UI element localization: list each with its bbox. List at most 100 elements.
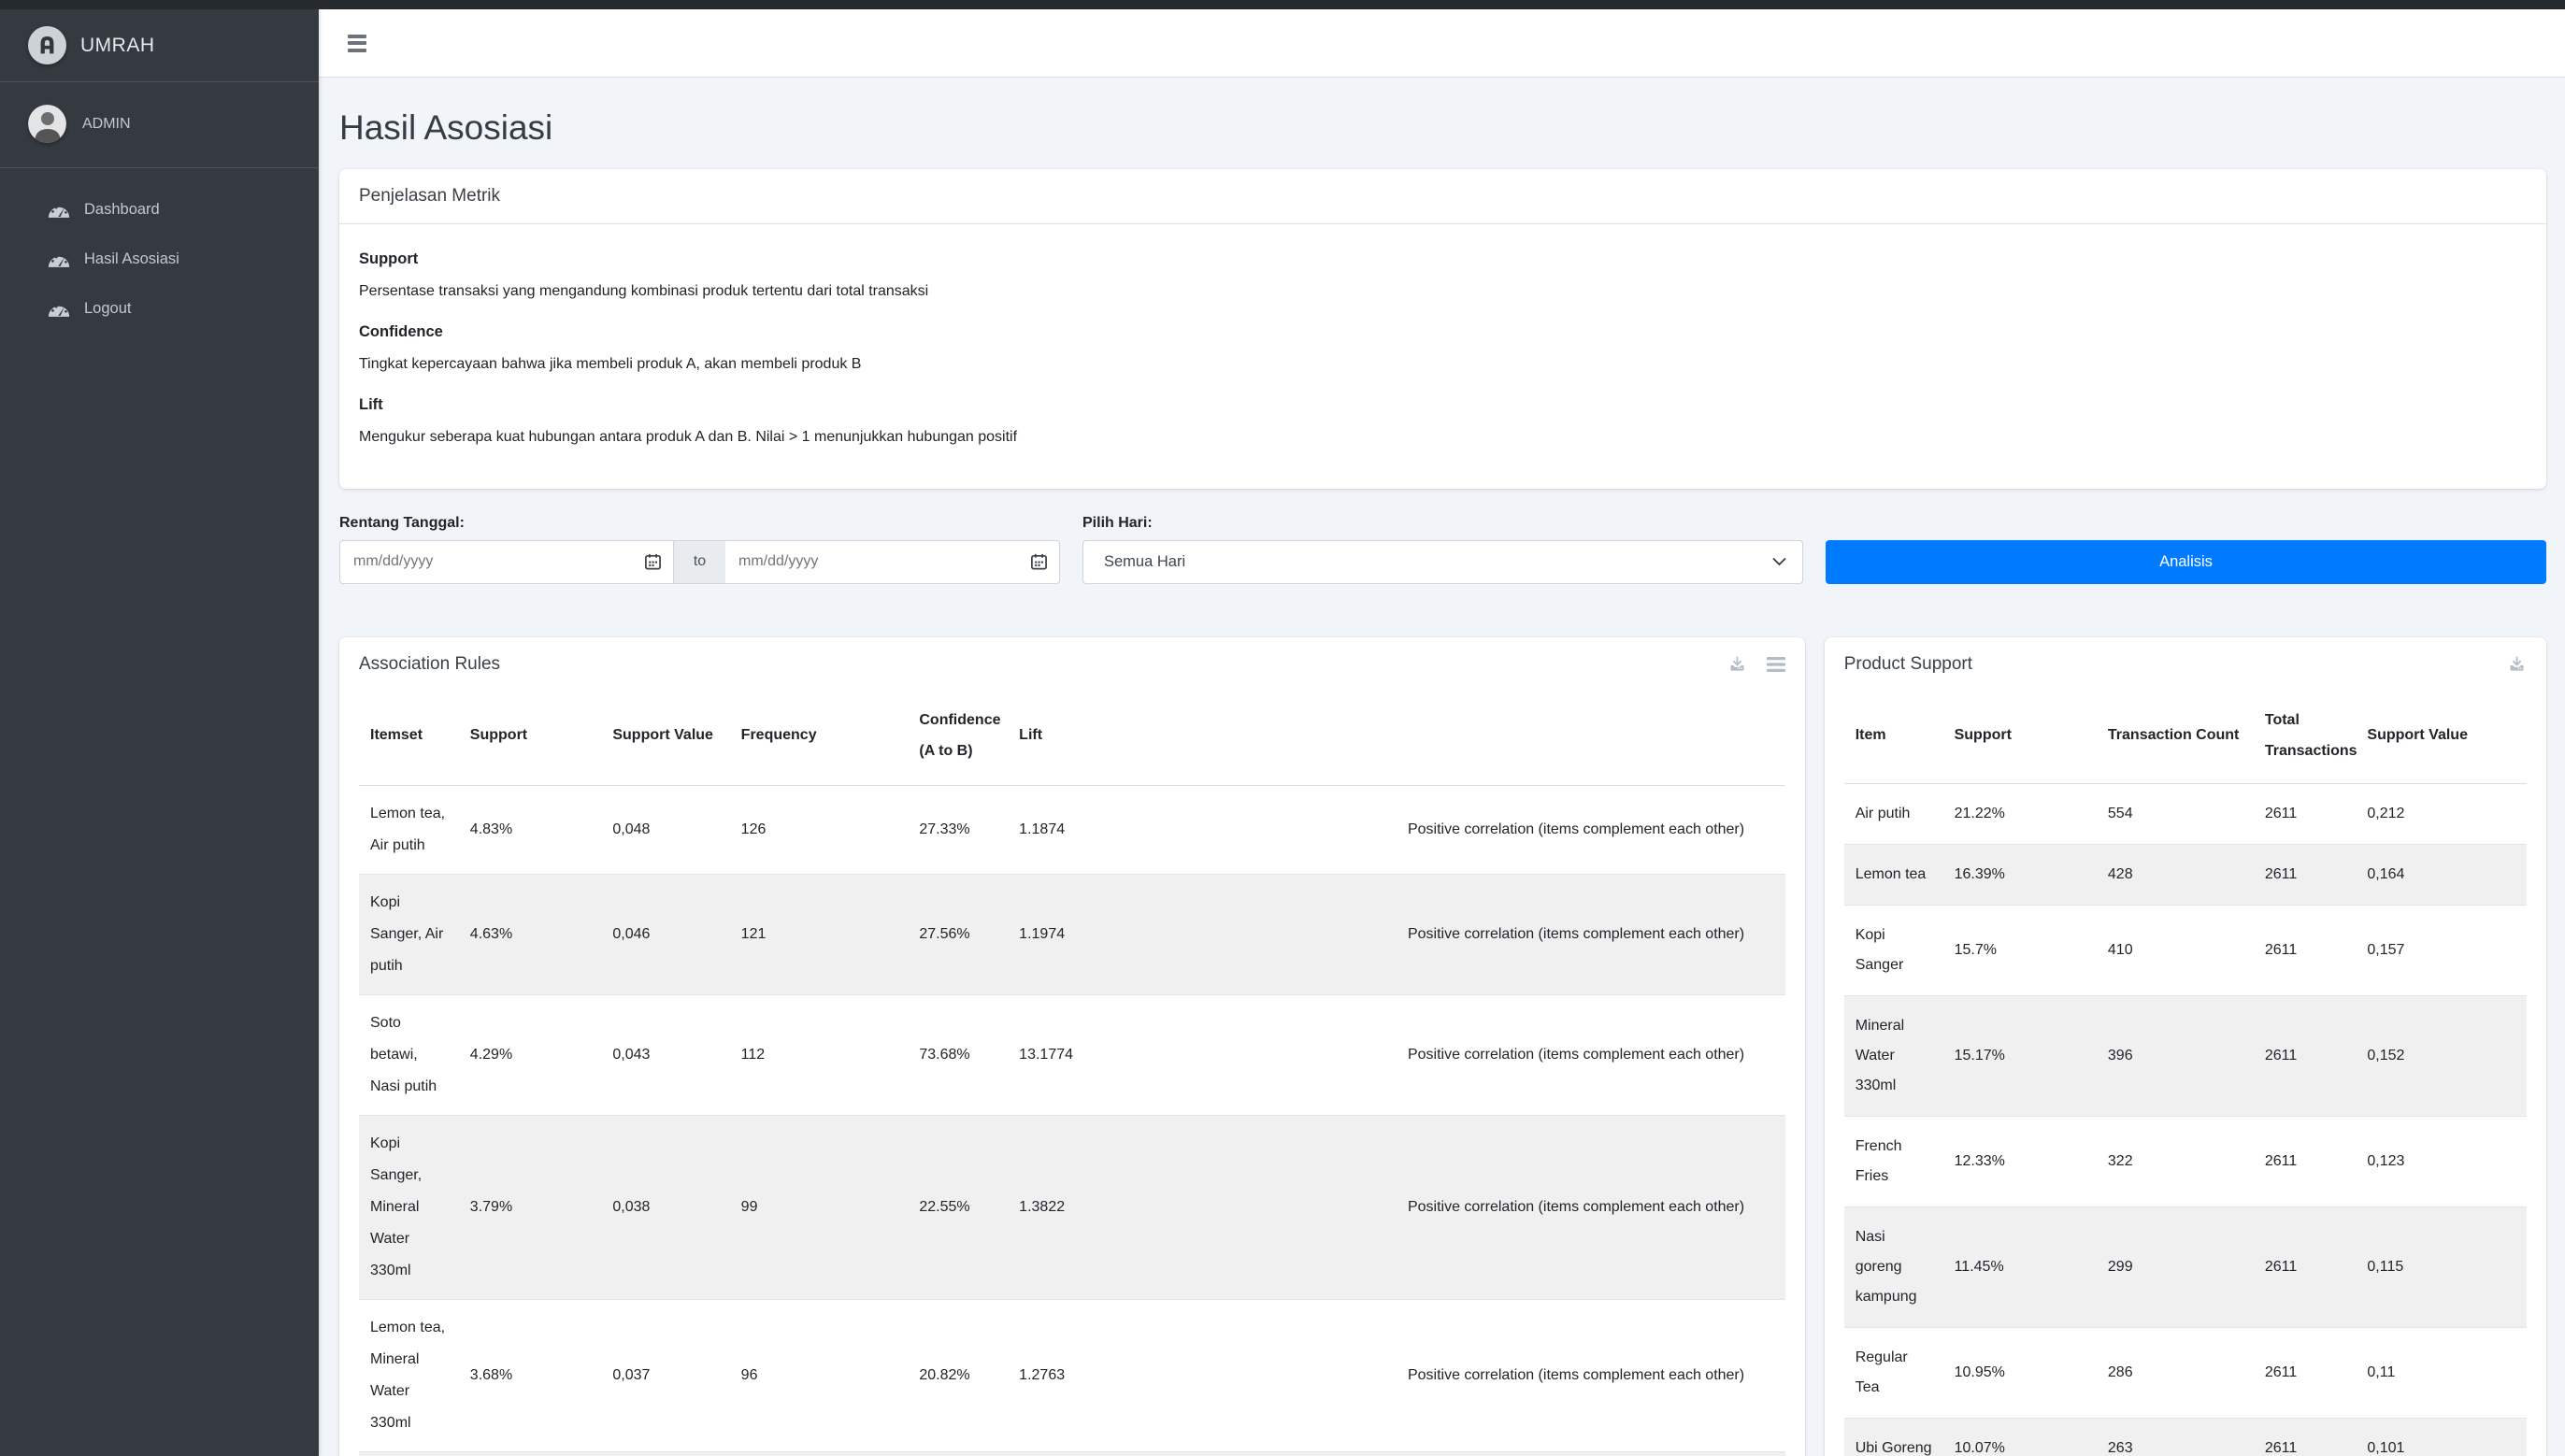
column-header: Transaction Count [2097,692,2254,784]
page-title: Hasil Asosiasi [339,104,2546,152]
cell-frequency: 89 [730,1451,909,1456]
menu-toggle-button[interactable] [348,35,366,52]
hamburger-icon [348,35,366,38]
cell-note: Positive correlation (items complement e… [1397,1115,1785,1299]
cell-support-value: 0,048 [601,785,729,874]
metrics-card-body: Support Persentase transaksi yang mengan… [339,224,2546,489]
product-row: Mineral Water 330ml 15.17% 396 2611 0,15… [1844,995,2527,1116]
cell-total-transactions: 2611 [2254,1327,2357,1418]
product-row: Ubi Goreng 10.07% 263 2611 0,101 [1844,1418,2527,1456]
sidebar-item[interactable]: Dashboard [0,185,319,235]
cell-note: Positive correlation (items complement e… [1397,1299,1785,1451]
cell-support: 16.39% [1943,844,2097,905]
cell-support: 3.68% [459,1299,602,1451]
cell-support-value: 0,034 [601,1451,729,1456]
cell-support-value: 0,212 [2356,783,2527,844]
analyze-column: Analisis [1826,515,2546,584]
product-row: Lemon tea 16.39% 428 2611 0,164 [1844,844,2527,905]
cell-lift: 13.1774 [1008,994,1397,1115]
date-to-input[interactable] [725,540,1060,584]
association-rules-card: Association Rules [339,637,1805,1456]
cell-confidence: 27.33% [908,785,1008,874]
column-header [1397,692,1785,786]
date-from-input[interactable] [339,540,674,584]
product-support-table: ItemSupportTransaction CountTotal Transa… [1844,692,2527,1456]
brand-logo-icon [28,26,66,64]
brand[interactable]: UMRAH [0,9,319,82]
cell-confidence: 20.82% [908,1299,1008,1451]
table-menu-icon[interactable] [1767,657,1785,672]
sidebar-item-label: Dashboard [84,201,160,219]
cell-frequency: 121 [730,874,909,994]
date-range-label: Rentang Tanggal: [339,515,1060,532]
cell-lift: 1.1874 [1008,785,1397,874]
cell-support: 4.29% [459,994,602,1115]
cell-support: 21.22% [1943,783,2097,844]
gauge-icon [47,250,71,269]
sidebar: UMRAH ADMIN Dashboard Hasil Asosiasi [0,9,319,1456]
product-row: French Fries 12.33% 322 2611 0,123 [1844,1116,2527,1206]
cell-total-transactions: 2611 [2254,995,2357,1116]
association-rules-header: Association Rules [339,637,1805,692]
cell-support: 3.41% [459,1451,602,1456]
product-support-header: Product Support [1825,637,2546,692]
cell-itemset: Air putih, Ubi Goreng [359,1451,459,1456]
cell-item: Mineral Water 330ml [1844,995,1943,1116]
cell-transaction-count: 299 [2097,1206,2254,1327]
cell-total-transactions: 2611 [2254,1206,2357,1327]
cell-note: Positive correlation (items complement e… [1397,994,1785,1115]
cell-support-value: 0,123 [2356,1116,2527,1206]
cell-frequency: 96 [730,1299,909,1451]
cell-confidence: 73.68% [908,994,1008,1115]
date-range-group: to [339,540,1060,584]
product-support-table-wrap: ItemSupportTransaction CountTotal Transa… [1825,692,2546,1456]
cell-transaction-count: 428 [2097,844,2254,905]
cell-lift: 1.2763 [1008,1299,1397,1451]
sidebar-item-label: Hasil Asosiasi [84,250,179,268]
day-filter-label: Pilih Hari: [1082,515,1803,532]
analyze-button[interactable]: Analisis [1826,540,2546,584]
user-name[interactable]: ADMIN [82,116,131,133]
brand-title: UMRAH [80,35,155,57]
cell-itemset: Lemon tea, Air putih [359,785,459,874]
cell-support: 12.33% [1943,1116,2097,1206]
sidebar-item[interactable]: Hasil Asosiasi [0,235,319,284]
metric-item: Lift Mengukur seberapa kuat hubungan ant… [359,393,2527,450]
gauge-icon [47,299,71,319]
metric-description: Mengukur seberapa kuat hubungan antara p… [359,425,2527,450]
cell-confidence: 27.56% [908,874,1008,994]
association-rules-title: Association Rules [359,654,500,675]
cell-lift: 1.4268 [1008,1451,1397,1456]
cell-itemset: Soto betawi, Nasi putih [359,994,459,1115]
avatar [28,105,66,143]
cell-item: Lemon tea [1844,844,1943,905]
metric-description: Persentase transaksi yang mengandung kom… [359,279,2527,304]
main-area: Hasil Asosiasi Penjelasan Metrik Support… [319,0,2565,1456]
cell-itemset: Kopi Sanger, Mineral Water 330ml [359,1115,459,1299]
column-header: Item [1844,692,1943,784]
cell-transaction-count: 263 [2097,1418,2254,1456]
download-icon[interactable] [1727,654,1747,674]
sidebar-item[interactable]: Logout [0,284,319,334]
cell-support: 15.7% [1943,905,2097,995]
association-rules-table: ItemsetSupportSupport ValueFrequencyConf… [359,692,1785,1456]
cell-support-value: 0,038 [601,1115,729,1299]
day-select[interactable]: Semua Hari [1082,540,1803,584]
cell-total-transactions: 2611 [2254,844,2357,905]
date-from-field [339,540,674,584]
card-tools [2507,654,2527,674]
metric-item: Support Persentase transaksi yang mengan… [359,247,2527,304]
user-panel: ADMIN [0,82,319,168]
download-icon[interactable] [2507,654,2527,674]
gauge-icon [47,200,71,220]
cell-support-value: 0,152 [2356,995,2527,1116]
product-row: Kopi Sanger 15.7% 410 2611 0,157 [1844,905,2527,995]
cell-frequency: 126 [730,785,909,874]
date-range-filter: Rentang Tanggal: to [339,515,1060,584]
cell-frequency: 99 [730,1115,909,1299]
content: Hasil Asosiasi Penjelasan Metrik Support… [319,104,2565,1456]
cell-support-value: 0,11 [2356,1327,2527,1418]
sidebar-item-label: Logout [84,300,131,318]
product-row: Air putih 21.22% 554 2611 0,212 [1844,783,2527,844]
column-header: Confidence (A to B) [908,692,1008,786]
